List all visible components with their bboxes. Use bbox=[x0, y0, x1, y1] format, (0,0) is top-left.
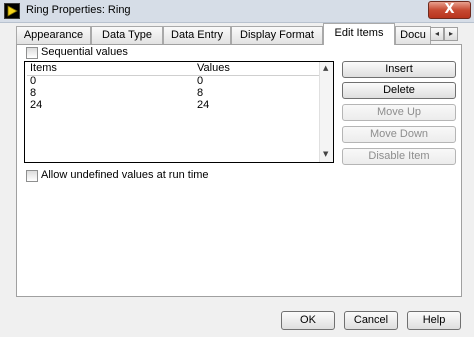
tab-documentation[interactable]: Docu bbox=[395, 26, 431, 44]
title-bar[interactable]: Ring Properties: Ring X bbox=[0, 0, 474, 23]
tab-scroll-right-icon[interactable]: ▸ bbox=[444, 27, 458, 41]
allow-undefined-label: Allow undefined values at run time bbox=[41, 169, 209, 181]
window-title: Ring Properties: Ring bbox=[26, 4, 131, 16]
value-cell[interactable]: 8 bbox=[197, 87, 203, 99]
tab-edit-items[interactable]: Edit Items bbox=[323, 23, 395, 45]
scroll-down-icon[interactable]: ▼ bbox=[323, 150, 328, 158]
scroll-up-icon[interactable]: ▲ bbox=[323, 64, 328, 72]
item-cell[interactable]: 0 bbox=[30, 75, 36, 87]
ok-button[interactable]: OK bbox=[281, 311, 335, 330]
column-header-values[interactable]: Values bbox=[197, 62, 230, 74]
tab-data-entry[interactable]: Data Entry bbox=[163, 26, 231, 44]
cancel-button[interactable]: Cancel bbox=[344, 311, 398, 330]
move-down-button[interactable]: Move Down bbox=[342, 126, 456, 143]
table-row[interactable]: 24 24 bbox=[27, 99, 320, 112]
sequential-values-label: Sequential values bbox=[41, 46, 128, 58]
item-cell[interactable]: 8 bbox=[30, 87, 36, 99]
delete-button[interactable]: Delete bbox=[342, 82, 456, 99]
value-cell[interactable]: 0 bbox=[197, 75, 203, 87]
move-up-button[interactable]: Move Up bbox=[342, 104, 456, 121]
column-header-items[interactable]: Items bbox=[30, 62, 57, 74]
help-button[interactable]: Help bbox=[407, 311, 461, 330]
insert-button[interactable]: Insert bbox=[342, 61, 456, 78]
allow-undefined-checkbox[interactable] bbox=[26, 170, 38, 182]
labview-icon bbox=[4, 3, 20, 19]
tab-scroll-left-icon[interactable]: ◂ bbox=[430, 27, 444, 41]
tab-appearance[interactable]: Appearance bbox=[16, 26, 91, 44]
items-table[interactable]: Items Values 0 0 8 8 24 24 ▲ ▼ bbox=[24, 61, 334, 163]
sequential-values-checkbox[interactable] bbox=[26, 47, 38, 59]
tab-data-type[interactable]: Data Type bbox=[91, 26, 163, 44]
disable-item-button[interactable]: Disable Item bbox=[342, 148, 456, 165]
close-button[interactable]: X bbox=[428, 1, 471, 19]
tab-display-format[interactable]: Display Format bbox=[231, 26, 323, 44]
items-scrollbar[interactable]: ▲ ▼ bbox=[319, 62, 333, 162]
item-cell[interactable]: 24 bbox=[30, 99, 42, 111]
value-cell[interactable]: 24 bbox=[197, 99, 209, 111]
ring-properties-window: Ring Properties: Ring X Appearance Data … bbox=[0, 0, 474, 337]
